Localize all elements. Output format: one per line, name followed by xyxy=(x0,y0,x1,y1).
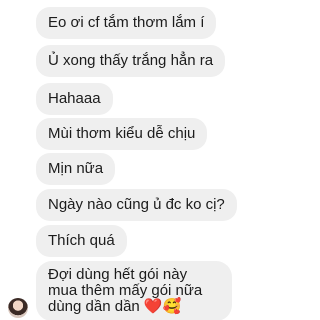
message-text: Ngày nào cũng ủ đc ko cị? xyxy=(48,196,225,213)
message-text: Đợi dùng hết gói này mua thêm mấy gói nữ… xyxy=(48,266,203,315)
message-bubble[interactable]: Mùi thơm kiểu dễ chịu xyxy=(36,118,208,150)
message-bubble[interactable]: Hahaaa xyxy=(36,83,113,115)
message-text: Mùi thơm kiểu dễ chịu xyxy=(48,125,196,142)
message-bubble[interactable]: Đợi dùng hết gói này mua thêm mấy gói nữ… xyxy=(36,261,232,320)
message-bubble[interactable]: Thích quá xyxy=(36,225,127,257)
message-text: Ủ xong thấy trắng hẳn ra xyxy=(48,52,214,69)
message-text: Eo ơi cf tắm thơm lắm í xyxy=(48,14,205,31)
message-bubble[interactable]: Mịn nữa xyxy=(36,153,116,185)
message-thread: Eo ơi cf tắm thơm lắm í Ủ xong thấy trắn… xyxy=(0,0,261,320)
message-bubble[interactable]: Eo ơi cf tắm thơm lắm í xyxy=(36,7,217,39)
message-bubble[interactable]: Ủ xong thấy trắng hẳn ra xyxy=(36,45,226,77)
message-bubble[interactable]: Ngày nào cũng ủ đc ko cị? xyxy=(36,189,237,221)
message-text: Mịn nữa xyxy=(48,160,104,177)
message-text: Thích quá xyxy=(48,232,115,249)
message-text: Hahaaa xyxy=(48,90,101,107)
avatar[interactable] xyxy=(8,298,28,318)
